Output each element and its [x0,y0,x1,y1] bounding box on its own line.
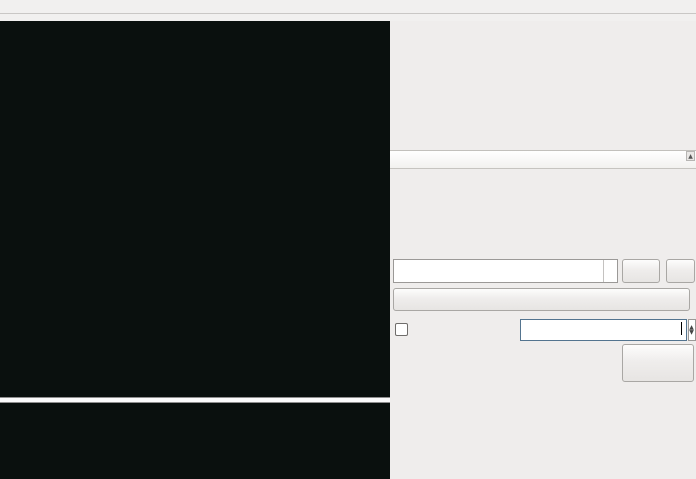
freq-step-forward-button[interactable] [666,259,695,283]
toolbar-edge [0,0,696,21]
spinner-arrows-icon[interactable] [603,260,617,282]
lock-button[interactable] [622,344,694,382]
text-cursor [681,322,682,335]
waveform-display[interactable] [0,21,390,479]
waveform-panel-bottom[interactable] [0,403,390,479]
show-velocity-distribution-button[interactable] [393,288,690,311]
iq-constellation [397,38,452,93]
freq-step-back-button[interactable] [622,259,660,283]
scroll-up-icon[interactable]: ▲ [686,151,695,161]
cycles-input[interactable] [520,319,687,341]
waveform-panel-top[interactable] [0,21,390,397]
periodic-selection-checkbox[interactable] [395,323,408,336]
measurements-section-header[interactable] [390,150,696,169]
cycles-spinner-clipped[interactable]: ▲▼ [688,319,696,341]
toolbar-divider [0,13,696,14]
spinner-arrows-icon[interactable]: ▲▼ [688,320,695,340]
frequency-spinbox[interactable] [393,259,618,283]
tools-panel: ▲ ▲▼ [390,21,696,479]
app-window: ▲ ▲▼ [0,0,696,479]
